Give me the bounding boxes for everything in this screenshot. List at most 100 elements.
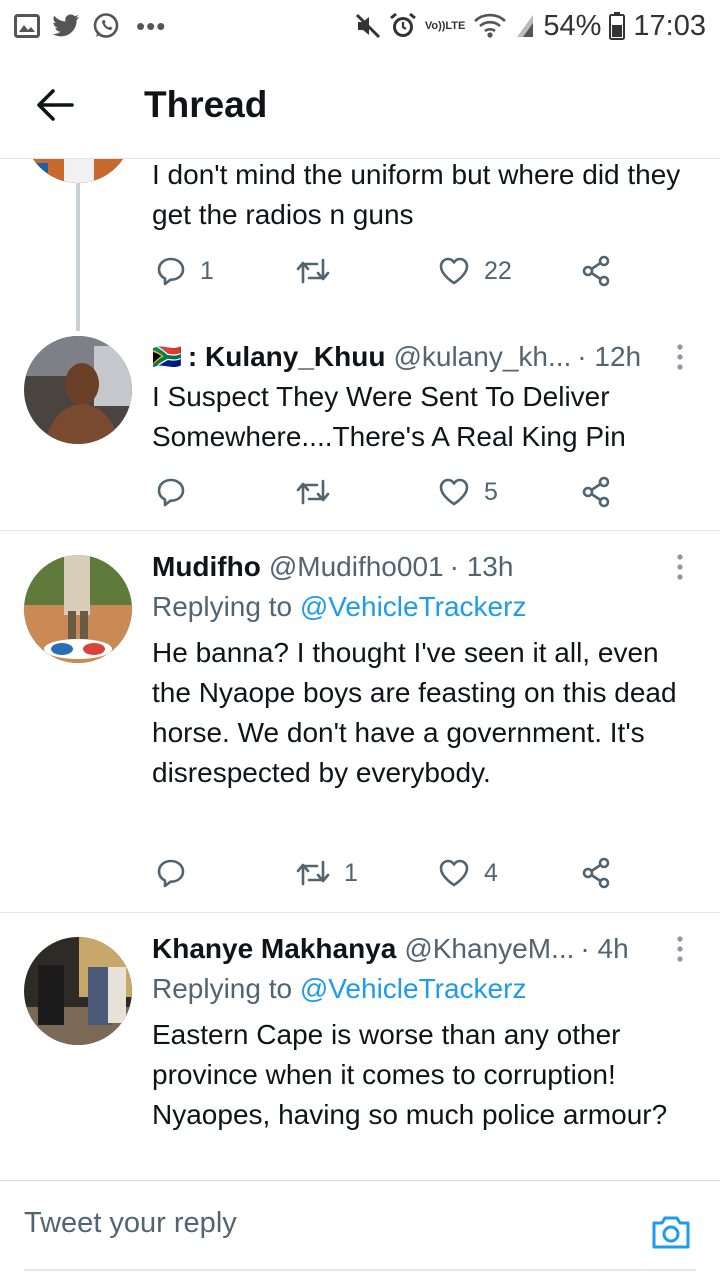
retweet-button[interactable] <box>296 472 344 512</box>
heart-icon <box>439 257 469 285</box>
avatar[interactable] <box>24 937 132 1045</box>
avatar[interactable] <box>24 159 132 183</box>
retweet-button[interactable]: 1 <box>296 853 358 893</box>
whatsapp-icon <box>92 12 120 40</box>
like-button[interactable]: 22 <box>438 251 512 291</box>
timestamp: · 4h <box>580 933 629 964</box>
like-count: 22 <box>484 256 512 285</box>
volte-bottom-label: LTE <box>445 19 466 32</box>
share-icon <box>582 255 610 287</box>
page-title: Thread <box>144 84 268 125</box>
system-icons: Vo)) LTE 54% 17:03 <box>355 10 706 43</box>
share-button[interactable] <box>580 251 612 291</box>
replying-to-link[interactable]: @VehicleTrackerz <box>300 591 527 622</box>
avatar-image <box>24 159 132 183</box>
gallery-icon <box>14 14 40 38</box>
like-button[interactable]: 5 <box>438 472 498 512</box>
mute-icon <box>355 13 381 39</box>
avatar-image <box>24 336 132 444</box>
retweet-icon <box>296 860 330 886</box>
retweet-button[interactable] <box>296 251 344 291</box>
display-name[interactable]: Mudifho <box>152 551 261 583</box>
replying-to-label: Replying to <box>152 591 300 622</box>
tweet-text: Eastern Cape is worse than any other pro… <box>152 1019 668 1130</box>
avatar-image <box>24 937 132 1045</box>
reply-input[interactable]: Tweet your reply <box>24 1207 237 1240</box>
tweet-text: I Suspect They Were Sent To Deliver Some… <box>152 381 626 452</box>
volte-top-label: Vo)) <box>424 19 446 32</box>
tweet-meta: Mudifho @Mudifho001 · 13h <box>152 547 690 587</box>
camera-icon <box>652 1216 690 1249</box>
signal-icon <box>515 13 535 39</box>
replying-to-link[interactable]: @VehicleTrackerz <box>300 973 527 1004</box>
more-options-button[interactable] <box>670 929 690 969</box>
twitter-icon <box>52 14 80 38</box>
tweet-meta: Khanye Makhanya @KhanyeM... · 4h <box>152 929 690 969</box>
tweet-text: He banna? I thought I've seen it all, ev… <box>152 637 677 788</box>
camera-button[interactable] <box>650 1211 692 1253</box>
like-button[interactable]: 4 <box>438 853 498 893</box>
reply-composer: Tweet your reply <box>0 1180 720 1280</box>
more-vertical-icon <box>677 344 683 370</box>
share-icon <box>582 476 610 508</box>
more-vertical-icon <box>677 554 683 580</box>
heart-icon <box>439 478 469 506</box>
tweet-text: I don't mind the uniform but where did t… <box>152 159 681 230</box>
tweet-parent[interactable]: I don't mind the uniform but where did t… <box>0 159 720 331</box>
top-app-bar: Thread <box>0 52 720 158</box>
replying-to-label: Replying to <box>152 973 300 1004</box>
tweet-reply[interactable]: 🇿🇦 : Kulany_Khuu @kulany_kh... · 12h I S… <box>0 331 720 530</box>
more-options-button[interactable] <box>670 337 690 377</box>
avatar-image <box>24 555 132 663</box>
battery-percent: 54% <box>543 9 602 42</box>
user-handle[interactable]: @KhanyeM... <box>404 933 574 965</box>
replying-to: Replying to @VehicleTrackerz <box>152 969 690 1009</box>
heart-icon <box>439 859 469 887</box>
reply-icon <box>157 257 185 286</box>
tweet-meta: 🇿🇦 : Kulany_Khuu @kulany_kh... · 12h <box>152 337 690 377</box>
more-options-button[interactable] <box>670 547 690 587</box>
share-button[interactable] <box>580 472 612 512</box>
display-name[interactable]: Khanye Makhanya <box>152 933 396 965</box>
notification-icons: ••• <box>14 11 166 42</box>
like-count: 4 <box>484 858 498 887</box>
volte-icon: Vo)) LTE <box>424 19 466 32</box>
back-arrow-icon <box>37 89 74 121</box>
battery-icon <box>609 12 626 40</box>
tweet-actions: 1 4 <box>152 853 632 893</box>
display-name[interactable]: : Kulany_Khuu <box>188 341 386 373</box>
share-button[interactable] <box>580 853 612 893</box>
reply-button[interactable] <box>156 853 200 893</box>
user-handle[interactable]: @Mudifho001 <box>269 551 444 583</box>
reply-count: 1 <box>200 256 214 285</box>
alarm-icon <box>389 12 417 40</box>
tweet-actions: 5 <box>152 472 632 512</box>
tweet-reply[interactable]: Khanye Makhanya @KhanyeM... · 4h Replyin… <box>0 913 720 1180</box>
timestamp: · 13h <box>449 551 514 582</box>
tweet-actions: 1 22 <box>152 251 632 291</box>
retweet-icon <box>296 479 330 505</box>
avatar[interactable] <box>24 555 132 663</box>
retweet-icon <box>296 258 330 284</box>
reply-button[interactable] <box>156 472 200 512</box>
clock: 17:03 <box>633 9 706 42</box>
status-bar: ••• Vo)) LTE 54% 17:03 <box>0 0 720 52</box>
user-handle[interactable]: @kulany_kh... <box>393 341 571 373</box>
tweet-reply[interactable]: Mudifho @Mudifho001 · 13h Replying to @V… <box>0 531 720 912</box>
reply-button[interactable]: 1 <box>156 251 214 291</box>
flag-icon: 🇿🇦 <box>152 343 182 371</box>
timestamp: · 12h <box>577 341 642 372</box>
back-button[interactable] <box>0 52 110 158</box>
share-icon <box>582 857 610 889</box>
avatar[interactable] <box>24 336 132 444</box>
retweet-count: 1 <box>344 858 358 887</box>
reply-icon <box>157 859 185 888</box>
reply-icon <box>157 478 185 507</box>
more-vertical-icon <box>677 936 683 962</box>
reply-input-underline <box>24 1269 696 1271</box>
wifi-icon <box>473 13 507 39</box>
thread-line <box>76 183 80 331</box>
more-notifications-icon: ••• <box>136 10 167 41</box>
like-count: 5 <box>484 477 498 506</box>
replying-to: Replying to @VehicleTrackerz <box>152 587 690 627</box>
